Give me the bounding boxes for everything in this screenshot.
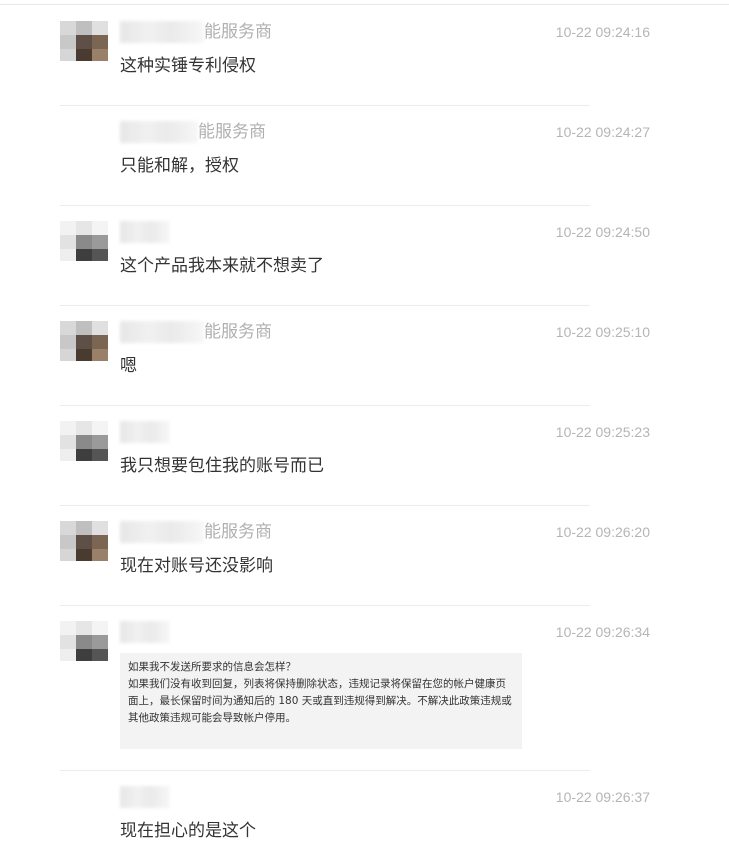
- chat-message: 10-22 09:26:34 如果我不发送所要求的信息会怎样？ 如果我们没有收到回…: [60, 621, 650, 751]
- message-divider: [60, 605, 590, 606]
- quote-title: 如果我不发送所要求的信息会怎样？: [128, 661, 296, 673]
- sender-name: 能服务商: [120, 21, 272, 45]
- redacted-name: [120, 21, 204, 43]
- message-divider: [60, 105, 590, 106]
- message-timestamp: 10-22 09:25:10: [555, 324, 650, 340]
- message-timestamp: 10-22 09:25:23: [555, 424, 650, 440]
- chat-message: 10-22 09:25:23 我只想要包住我的账号而已: [60, 421, 650, 481]
- redacted-name: [120, 521, 204, 543]
- message-divider: [60, 770, 590, 771]
- sender-name: [120, 786, 170, 810]
- message-timestamp: 10-22 09:26:20: [555, 524, 650, 540]
- avatar[interactable]: [60, 21, 108, 61]
- chat-message: 10-22 09:24:50 这个产品我本来就不想卖了: [60, 221, 650, 281]
- avatar[interactable]: [60, 421, 108, 461]
- message-timestamp: 10-22 09:24:50: [555, 224, 650, 240]
- message-timestamp: 10-22 09:26:37: [555, 789, 650, 805]
- message-text: 现在担心的是这个: [120, 821, 256, 841]
- sender-name: [120, 221, 170, 245]
- avatar[interactable]: [60, 321, 108, 361]
- message-text: 这种实锤专利侵权: [120, 56, 256, 76]
- sender-name: [120, 621, 170, 645]
- message-divider: [60, 205, 590, 206]
- redacted-name: [120, 221, 170, 243]
- avatar[interactable]: [60, 521, 108, 561]
- message-text: 我只想要包住我的账号而已: [120, 456, 324, 476]
- chat-history: 能服务商 10-22 09:24:16 这种实锤专利侵权 能服务商 10-22 …: [0, 0, 729, 864]
- redacted-name: [120, 421, 170, 443]
- chat-message: 能服务商 10-22 09:25:10 嗯: [60, 321, 650, 381]
- redacted-name: [120, 621, 170, 643]
- message-text: 这个产品我本来就不想卖了: [120, 256, 324, 276]
- redacted-name: [120, 786, 170, 808]
- message-divider: [60, 405, 590, 406]
- sender-name-suffix: 能服务商: [204, 22, 272, 42]
- message-divider: [60, 305, 590, 306]
- redacted-name: [120, 321, 204, 343]
- chat-message: 能服务商 10-22 09:26:20 现在对账号还没影响: [60, 521, 650, 581]
- chat-message: 能服务商 10-22 09:24:27 只能和解，授权: [60, 121, 650, 181]
- redacted-name: [120, 121, 198, 143]
- message-timestamp: 10-22 09:24:16: [555, 24, 650, 40]
- message-timestamp: 10-22 09:26:34: [555, 624, 650, 640]
- sender-name: 能服务商: [120, 321, 272, 345]
- sender-name-suffix: 能服务商: [204, 522, 272, 542]
- message-text: 嗯: [120, 356, 137, 376]
- chat-message: 能服务商 10-22 09:24:16 这种实锤专利侵权: [60, 21, 650, 81]
- quoted-message: 如果我不发送所要求的信息会怎样？ 如果我们没有收到回复，列表将保持删除状态，违规记…: [120, 653, 522, 749]
- avatar[interactable]: [60, 621, 108, 661]
- sender-name: 能服务商: [120, 521, 272, 545]
- top-divider: [0, 4, 729, 5]
- sender-name-suffix: 能服务商: [198, 122, 266, 142]
- message-text: 现在对账号还没影响: [120, 556, 273, 576]
- message-text: 只能和解，授权: [120, 156, 239, 176]
- chat-message: 10-22 09:26:37 现在担心的是这个: [60, 786, 650, 846]
- sender-name: [120, 421, 170, 445]
- quote-body: 如果我们没有收到回复，列表将保持删除状态，违规记录将保留在您的帐户健康页面上，最…: [128, 678, 512, 724]
- message-timestamp: 10-22 09:24:27: [555, 124, 650, 140]
- sender-name-suffix: 能服务商: [204, 322, 272, 342]
- sender-name: 能服务商: [120, 121, 266, 145]
- message-divider: [60, 505, 590, 506]
- avatar[interactable]: [60, 221, 108, 261]
